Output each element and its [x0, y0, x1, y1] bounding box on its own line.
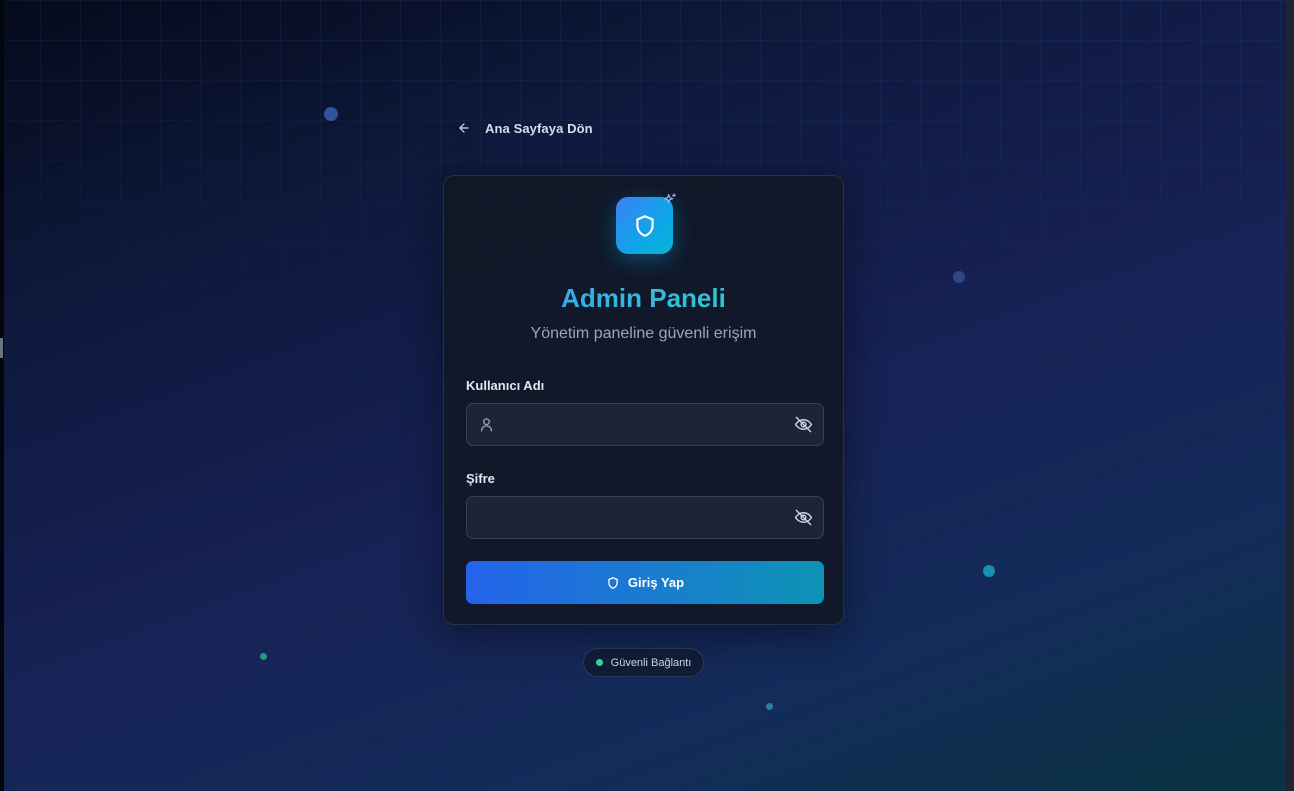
- decorative-dot: [766, 703, 773, 710]
- back-to-home-link[interactable]: Ana Sayfaya Dön: [457, 118, 593, 138]
- decorative-dot: [324, 107, 338, 121]
- status-badge: Güvenli Bağlantı: [583, 648, 704, 677]
- login-button-label: Giriş Yap: [627, 575, 685, 590]
- shield-icon: [635, 214, 654, 237]
- decorative-dot: [260, 653, 267, 660]
- sparkles-icon: [664, 193, 676, 204]
- page-title: Admin Paneli: [444, 283, 843, 314]
- window-edge-marker: [0, 338, 3, 358]
- username-input[interactable]: [467, 404, 823, 445]
- username-field-container: [466, 403, 824, 446]
- eye-off-icon[interactable]: [794, 415, 813, 434]
- page-subtitle: Yönetim paneline güvenli erişim: [530, 325, 757, 342]
- window-scrollbar[interactable]: [1286, 0, 1294, 791]
- decorative-dot: [953, 271, 965, 283]
- password-field-container: [466, 496, 824, 539]
- decorative-dot: [983, 565, 995, 577]
- status-label: Güvenli Bağlantı: [610, 656, 692, 669]
- eye-off-icon[interactable]: [794, 508, 813, 527]
- username-label: Kullanıcı Adı: [466, 378, 545, 393]
- shield-icon: [608, 576, 618, 589]
- login-card: Admin Paneli Yönetim paneline güvenli er…: [443, 175, 844, 625]
- arrow-left-icon: [459, 123, 469, 133]
- status-indicator-dot: [595, 659, 603, 666]
- password-label: Şifre: [466, 471, 495, 486]
- password-input[interactable]: [467, 497, 823, 538]
- back-link-label: Ana Sayfaya Dön: [485, 120, 593, 136]
- login-page: Ana Sayfaya Dön Admin Paneli Yönetim pan…: [0, 0, 1294, 791]
- login-button[interactable]: Giriş Yap: [466, 561, 824, 604]
- window-edge-left: [0, 0, 4, 791]
